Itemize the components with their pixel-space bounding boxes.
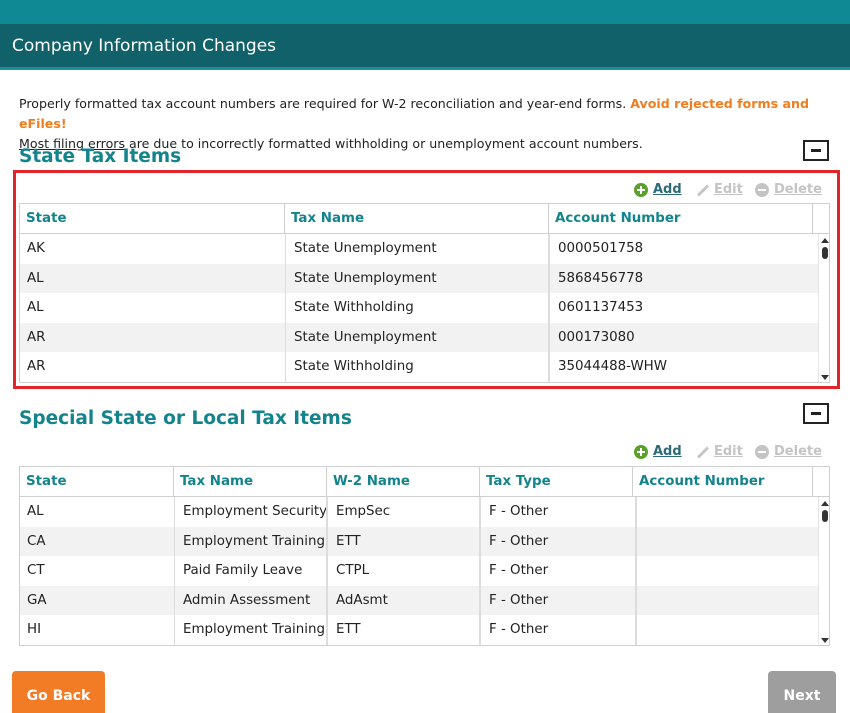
special-tax-grid-header: State Tax Name W-2 Name Tax Type Account… [20, 467, 829, 497]
state-tax-grid-header: State Tax Name Account Number [20, 204, 829, 234]
pencil-icon [695, 183, 709, 197]
state-tax-scrollbar[interactable] [818, 234, 829, 382]
state-tax-edit-button[interactable]: Edit [695, 182, 743, 197]
column-header-tax-name[interactable]: Tax Name [174, 467, 327, 496]
table-row[interactable]: GA Admin Assessment AdAsmt F - Other [20, 585, 818, 615]
special-tax-scrollbar[interactable] [818, 497, 829, 645]
delete-circle-icon [755, 444, 769, 459]
special-tax-actions: Add Edit Delete [634, 444, 824, 462]
table-row[interactable]: AR State Withholding 35044488-WHW [20, 352, 818, 382]
column-divider [174, 497, 175, 645]
special-tax-delete-button[interactable]: Delete [755, 444, 822, 459]
column-header-w2-name[interactable]: W-2 Name [327, 467, 480, 496]
pencil-icon [695, 445, 709, 459]
table-row[interactable]: CT Paid Family Leave CTPL F - Other [20, 556, 818, 586]
special-tax-collapse-button[interactable] [803, 403, 829, 424]
scroll-down-icon[interactable] [821, 375, 829, 380]
column-divider [549, 234, 550, 382]
special-tax-title: Special State or Local Tax Items [19, 408, 352, 429]
state-tax-collapse-button[interactable] [803, 140, 829, 161]
delete-circle-icon [755, 182, 769, 197]
scroll-thumb[interactable] [822, 247, 828, 259]
next-button[interactable]: Next [768, 671, 836, 713]
table-row[interactable]: AL State Withholding 0601137453 [20, 293, 818, 323]
page-title: Company Information Changes [12, 36, 277, 56]
scroll-thumb[interactable] [822, 510, 828, 522]
state-tax-add-button[interactable]: Add [634, 182, 682, 197]
table-row[interactable]: CA Employment Training Tax ETT F - Other [20, 526, 818, 556]
column-divider [636, 497, 637, 645]
table-row[interactable]: AL Employment Security Assessment EmpSec… [20, 497, 818, 527]
scroll-up-icon[interactable] [821, 501, 829, 506]
special-tax-add-button[interactable]: Add [634, 444, 682, 459]
table-row[interactable]: AL State Unemployment 5868456778 [20, 263, 818, 293]
column-header-tax-type[interactable]: Tax Type [480, 467, 633, 496]
column-header-tax-name[interactable]: Tax Name [285, 204, 549, 233]
scroll-down-icon[interactable] [821, 638, 829, 643]
minus-icon [811, 149, 821, 152]
add-circle-icon [634, 444, 648, 459]
state-tax-grid: State Tax Name Account Number AK State U… [19, 203, 830, 383]
column-header-state[interactable]: State [20, 467, 174, 496]
go-back-button[interactable]: Go Back [12, 671, 105, 713]
table-row[interactable]: HI Employment Training Tax ETT F - Other [20, 615, 818, 645]
state-tax-title: State Tax Items [19, 146, 182, 167]
column-divider [327, 497, 328, 645]
scroll-up-icon[interactable] [821, 238, 829, 243]
column-header-state[interactable]: State [20, 204, 285, 233]
add-circle-icon [634, 182, 648, 197]
state-tax-delete-button[interactable]: Delete [755, 182, 822, 197]
state-tax-actions: Add Edit Delete [634, 182, 824, 200]
title-bar: Company Information Changes [0, 24, 850, 70]
column-header-account-number[interactable]: Account Number [633, 467, 813, 496]
column-header-account-number[interactable]: Account Number [549, 204, 813, 233]
table-row[interactable]: AK State Unemployment 0000501758 [20, 234, 818, 264]
table-row[interactable]: AR State Unemployment 000173080 [20, 322, 818, 352]
column-divider [285, 234, 286, 382]
top-strip [0, 0, 850, 24]
intro-text: Properly formatted tax account numbers a… [19, 94, 839, 154]
special-tax-grid: State Tax Name W-2 Name Tax Type Account… [19, 466, 830, 646]
intro-line2: are due to incorrectly formatted withhol… [125, 136, 643, 151]
intro-line1: Properly formatted tax account numbers a… [19, 96, 631, 111]
special-tax-edit-button[interactable]: Edit [695, 444, 743, 459]
minus-icon [811, 412, 821, 415]
column-divider [480, 497, 481, 645]
